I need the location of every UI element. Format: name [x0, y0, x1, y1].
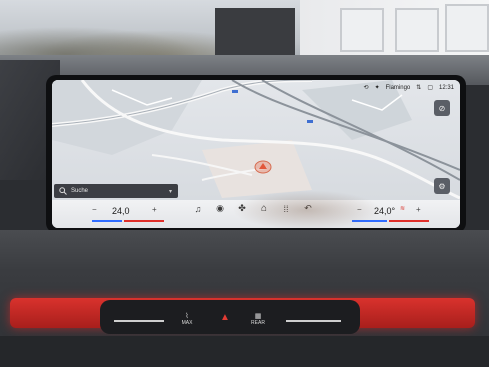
right-temperature[interactable]: 24,0°: [374, 206, 395, 216]
music-icon[interactable]: ♫: [192, 204, 204, 214]
building-window: [445, 4, 489, 52]
right-temp-decrease-button[interactable]: −: [357, 205, 362, 214]
search-icon: [59, 187, 67, 195]
rear-defrost-icon: ▦: [254, 313, 262, 320]
climate-control-panel: ⌇ MAX ▲ ▦ REAR: [100, 300, 360, 334]
left-temperature[interactable]: 24,0: [112, 206, 130, 216]
map-settings-button[interactable]: ⚙: [434, 178, 450, 194]
camera-icon[interactable]: ◉: [214, 203, 226, 214]
left-temp-warm-indicator: [124, 220, 164, 222]
user-icon: ✦: [374, 85, 380, 91]
gear-icon: ⚙: [438, 181, 446, 191]
right-climate-slider[interactable]: [286, 320, 341, 322]
profile-name[interactable]: Flamingo: [386, 85, 411, 91]
seat-heat-icon[interactable]: ≋: [400, 205, 405, 212]
clock: 12:31: [438, 84, 454, 91]
status-bar: ⟲ ✦ Flamingo ⇅ ▢ 12:31: [363, 84, 454, 92]
infotainment-display: ⟲ ✦ Flamingo ⇅ ▢ 12:31 ⊘ ⚙ Suche ▾ − 24,…: [52, 80, 460, 228]
back-icon[interactable]: ↶: [302, 203, 314, 214]
climate-dock-bar: − 24,0 + ♫ ◉ ✤ ⌂ ⁞⁞ ↶ − 24,0° ≋ +: [52, 200, 460, 228]
search-placeholder: Suche: [71, 188, 89, 194]
destination-search-field[interactable]: Suche ▾: [54, 184, 178, 198]
right-temp-increase-button[interactable]: +: [416, 205, 421, 214]
max-label: MAX: [181, 320, 193, 326]
vehicle-position-icon: [254, 160, 272, 174]
home-icon[interactable]: ⌂: [258, 203, 270, 214]
lower-console: [0, 336, 489, 367]
signal-icon: ⇅: [416, 85, 422, 91]
max-defrost-button[interactable]: ⌇ MAX: [180, 312, 194, 326]
fan-icon[interactable]: ✤: [236, 203, 248, 214]
apps-icon[interactable]: ⁞⁞: [280, 204, 292, 214]
chevron-down-icon[interactable]: ▾: [169, 188, 172, 195]
map-roads: [52, 80, 460, 200]
rear-label: REAR: [251, 320, 265, 326]
left-temp-decrease-button[interactable]: −: [92, 205, 97, 214]
rear-defrost-button[interactable]: ▦ REAR: [250, 312, 266, 326]
compass-icon: ⊘: [438, 103, 446, 113]
building-window: [340, 8, 384, 52]
left-temp-increase-button[interactable]: +: [152, 205, 157, 214]
right-temp-cold-indicator: [352, 220, 387, 222]
map-view-button[interactable]: ⊘: [434, 100, 450, 116]
navigation-map[interactable]: ⟲ ✦ Flamingo ⇅ ▢ 12:31 ⊘ ⚙ Suche ▾: [52, 80, 460, 200]
right-temp-warm-indicator: [389, 220, 429, 222]
building-window: [395, 8, 439, 52]
phone-icon: ▢: [427, 85, 433, 91]
hazard-button[interactable]: ▲: [218, 312, 232, 323]
left-temp-cold-indicator: [92, 220, 122, 222]
defrost-icon: ⌇: [185, 313, 189, 320]
app-dock: ♫ ◉ ✤ ⌂ ⁞⁞ ↶: [192, 203, 314, 214]
bluetooth-icon: ⟲: [363, 85, 369, 91]
left-climate-slider[interactable]: [114, 320, 164, 322]
